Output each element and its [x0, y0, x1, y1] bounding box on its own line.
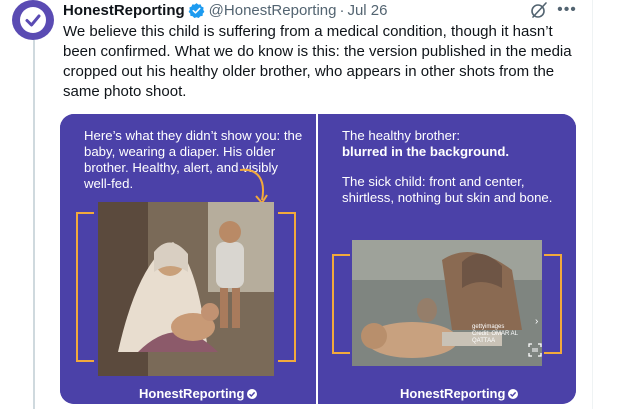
logo-text: HonestReporting — [139, 386, 245, 401]
media-panel-right[interactable]: The healthy brother: blurred in the back… — [318, 114, 576, 404]
right-caption-heading: The healthy brother: blurred in the back… — [342, 128, 572, 160]
tweet-media[interactable]: Here’s what they didn’t show you: the ba… — [60, 114, 576, 404]
tweet-date[interactable]: Jul 26 — [347, 2, 387, 19]
media-panel-left[interactable]: Here’s what they didn’t show you: the ba… — [60, 114, 316, 404]
more-icon[interactable]: ••• — [557, 0, 577, 20]
right-caption-bold: blurred in the background. — [342, 144, 510, 159]
verified-badge-icon[interactable] — [188, 2, 205, 19]
watermark-brand: gettyimages — [472, 324, 505, 330]
highlight-bracket — [278, 212, 296, 362]
grok-icon[interactable] — [530, 1, 548, 19]
photo-sick-child: gettyimages Credit: OMAR AL QATTAA › — [352, 240, 542, 366]
logo-check-icon — [247, 388, 258, 399]
highlight-bracket — [544, 254, 562, 354]
right-caption-line1: The healthy brother: — [342, 128, 461, 143]
scan-icon[interactable] — [528, 343, 542, 357]
logo-check-icon — [508, 388, 519, 399]
honestreporting-logo: HonestReporting — [400, 386, 519, 401]
highlight-bracket — [76, 212, 94, 362]
honestreporting-logo-icon — [20, 7, 46, 33]
author-handle[interactable]: @HonestReporting — [209, 2, 337, 19]
chevron-right-icon: › — [535, 316, 539, 327]
photo-children-tent — [98, 202, 274, 376]
logo-text: HonestReporting — [400, 386, 506, 401]
column-border — [592, 0, 593, 409]
thread-line — [33, 40, 35, 409]
author-display-name[interactable]: HonestReporting — [63, 2, 185, 19]
tweet-header: HonestReporting @HonestReporting · Jul 2… — [63, 0, 388, 20]
honestreporting-logo: HonestReporting — [139, 386, 258, 401]
highlight-bracket — [332, 254, 350, 354]
header-separator: · — [339, 1, 345, 19]
tweet-text: We believe this child is suffering from … — [63, 23, 572, 100]
author-avatar[interactable] — [12, 0, 54, 40]
right-caption-body: The sick child: front and center, shirtl… — [342, 174, 553, 205]
photo-watermark: gettyimages Credit: OMAR AL QATTAA — [472, 324, 542, 345]
